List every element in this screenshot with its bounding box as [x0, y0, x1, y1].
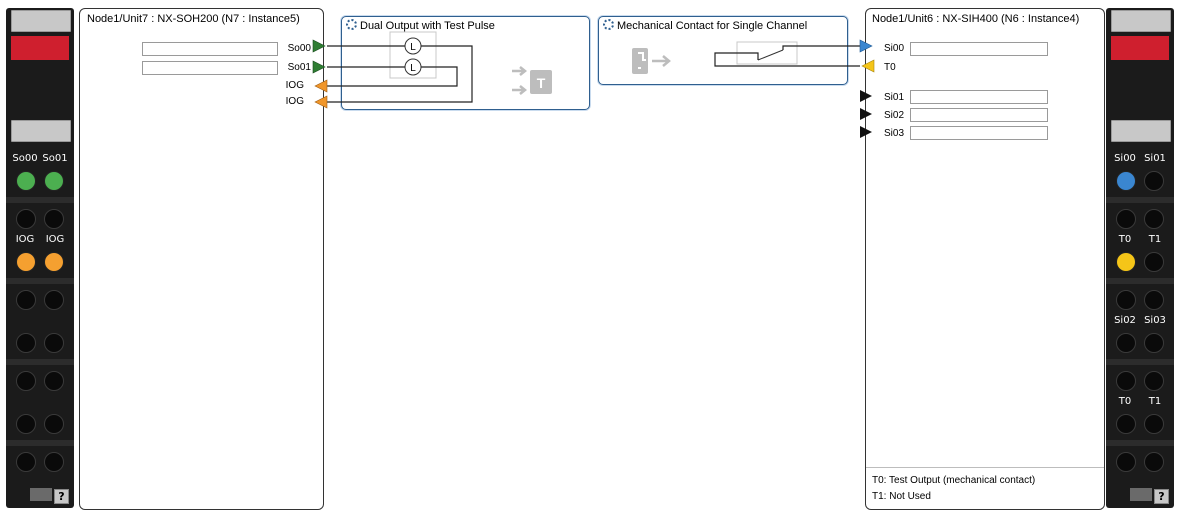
- lamp-icon: L: [404, 58, 422, 76]
- wiring-diagram: L L T: [312, 31, 875, 138]
- port-arrow-si00[interactable]: [859, 39, 873, 53]
- port-arrow-so01[interactable]: [312, 60, 326, 74]
- test-output-letter: T: [537, 75, 546, 91]
- lamp-letter: L: [410, 63, 416, 74]
- lamp-icon: L: [404, 37, 422, 55]
- port-arrow-si01[interactable]: [860, 90, 872, 102]
- port-arrow-si03[interactable]: [860, 126, 872, 138]
- test-pulse-output-icon: T: [512, 66, 552, 95]
- port-arrow-iog-2[interactable]: [314, 95, 328, 109]
- contact-switch-icon: [757, 49, 784, 61]
- port-arrow-iog-1[interactable]: [314, 79, 328, 93]
- port-arrow-t0[interactable]: [861, 59, 875, 73]
- port-arrow-si02[interactable]: [860, 108, 872, 120]
- port-arrow-so00[interactable]: [312, 39, 326, 53]
- lamp-letter: L: [410, 42, 416, 53]
- contact-input-icon: [632, 48, 671, 74]
